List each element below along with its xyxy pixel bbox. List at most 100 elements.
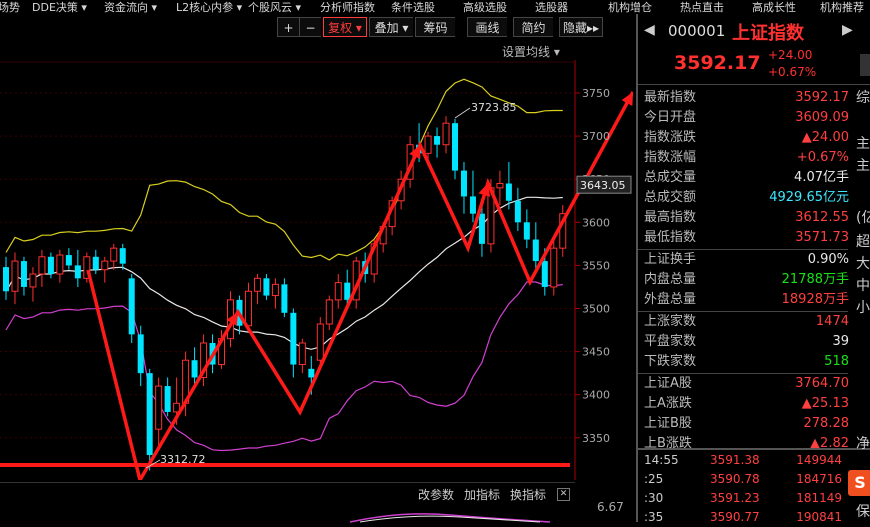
menu-item-10[interactable]: 热点直击 <box>680 0 724 15</box>
next-stock-icon[interactable]: ▶ <box>842 22 853 38</box>
hide-label: 隐藏 <box>562 21 587 35</box>
simple-mode-button[interactable]: 简约 <box>513 17 553 37</box>
quote-row-label: 上证B股 <box>644 416 692 431</box>
quote-row-value: 4929.65亿元 <box>769 190 849 205</box>
side-tab-label[interactable]: 中 <box>856 276 870 296</box>
overlay-button[interactable]: 叠加 ▾ <box>369 17 413 37</box>
side-tab-label[interactable]: 大 <box>856 254 870 274</box>
top-menu-bar: 场势 DDE决策 ▾ 资金流向 ▾ L2核心内参 ▾ 个股风云 ▾ 分析师指数 条件选股 高级… <box>0 0 870 14</box>
menu-item-5[interactable]: 分析师指数 <box>320 0 375 15</box>
y-tick-label: 3600 <box>582 216 610 229</box>
menu-item-12[interactable]: 机构推荐 <box>820 0 864 15</box>
tick-vol: 149944 <box>796 453 842 467</box>
side-tab-label[interactable]: (亿 <box>856 208 870 228</box>
quote-row: 上A涨跌 ▲25.13 <box>644 394 849 414</box>
quote-row-label: 最低指数 <box>644 230 697 245</box>
chips-button[interactable]: 筹码 <box>415 17 455 37</box>
candle-body <box>20 261 27 287</box>
candle-body <box>434 136 441 145</box>
side-tab-label[interactable]: 小 <box>856 298 870 318</box>
change-params-button[interactable]: 改参数 <box>418 486 454 503</box>
tick-price: 3590.77 <box>710 510 760 524</box>
side-tab-label[interactable]: 净 <box>856 434 870 454</box>
candle-body <box>263 278 270 296</box>
menu-item-11[interactable]: 高成长性 <box>752 0 796 15</box>
quote-row-value: 3612.55 <box>795 210 849 225</box>
quote-row: 最低指数 3571.73 <box>644 228 849 248</box>
candle-body <box>523 222 530 240</box>
zoom-out-button[interactable]: − <box>299 17 321 37</box>
menu-item-0[interactable]: 场势 <box>0 0 20 15</box>
quote-row: 下跌家数 518 <box>644 352 849 372</box>
tick-vol: 181149 <box>796 491 842 505</box>
candle-body <box>478 213 485 244</box>
quote-row-value: ▲25.13 <box>801 396 849 411</box>
candle-body <box>101 260 109 271</box>
side-tab-label[interactable]: 超 <box>856 232 870 252</box>
latest-price: 3592.17 <box>674 52 761 74</box>
candle-body <box>344 282 351 300</box>
candle-body <box>119 248 126 264</box>
price-axis: 3750370036503600355035003450340033503643… <box>575 87 632 445</box>
trend-arrows <box>0 91 633 480</box>
tick-time: :35 <box>644 510 664 524</box>
price-change: +24.00 <box>768 48 813 62</box>
stock-name: 上证指数 <box>732 23 804 44</box>
side-tab-label[interactable]: 保 <box>856 502 870 522</box>
tick-vol: 184716 <box>796 472 842 486</box>
swap-indicator-button[interactable]: 换指标 <box>510 486 546 503</box>
candle-body <box>550 247 558 288</box>
adjust-price-label: 复权 <box>328 21 353 35</box>
side-tab-label[interactable]: 主 <box>856 134 870 154</box>
candle-body <box>460 170 467 197</box>
quote-row-value: 278.28 <box>803 416 850 431</box>
indicator-bar: 改参数 加指标 换指标 ✕ 6.67 <box>0 482 624 523</box>
overlay-label: 叠加 <box>374 21 399 35</box>
menu-item-6[interactable]: 条件选股 <box>391 0 435 15</box>
candle-body <box>532 239 539 262</box>
candle-body <box>505 183 512 201</box>
candle-body <box>298 342 306 366</box>
add-indicator-button[interactable]: 加指标 <box>464 486 500 503</box>
y-tick-label: 3450 <box>582 346 610 359</box>
menu-item-3[interactable]: L2核心内参 ▾ <box>176 0 242 15</box>
menu-item-2[interactable]: 资金流向 ▾ <box>104 0 157 15</box>
candle-body <box>65 255 72 266</box>
divider <box>638 84 870 85</box>
candle-body <box>514 200 521 223</box>
quote-row-value: 39 <box>832 334 849 349</box>
draw-line-button[interactable]: 画线 <box>467 17 507 37</box>
menu-item-4[interactable]: 个股风云 ▾ <box>248 0 301 15</box>
quote-row-value: 3592.17 <box>795 90 849 105</box>
kline-chart[interactable]: 3750370036503600355035003450340033503643… <box>0 40 633 480</box>
adjust-price-button[interactable]: 复权 ▾ <box>323 17 367 37</box>
candle-body <box>308 368 315 378</box>
menu-item-1[interactable]: DDE决策 ▾ <box>32 0 87 15</box>
quote-row-label: 内盘总量 <box>644 272 697 287</box>
hide-button[interactable]: 隐藏▸▸ <box>559 17 603 37</box>
quote-row-value: 18928万手 <box>781 292 849 307</box>
side-tab-label[interactable]: 主 <box>856 156 870 176</box>
panel-toggle-button[interactable] <box>860 54 870 76</box>
sub-chart-value: 6.67 <box>597 500 624 514</box>
candlestick-series <box>3 116 567 471</box>
menu-item-8[interactable]: 选股器 <box>535 0 568 15</box>
y-tick-label: 3700 <box>582 130 610 143</box>
annotation-pointer <box>454 107 471 119</box>
quote-row-label: 下跌家数 <box>644 354 697 369</box>
close-icon[interactable]: ✕ <box>557 488 570 501</box>
quote-row: 今日开盘 3609.09 <box>644 108 849 128</box>
candle-body <box>3 267 9 292</box>
candle-body <box>164 386 171 412</box>
candle-body <box>496 183 504 189</box>
tick-time: 14:55 <box>644 453 679 467</box>
prev-stock-icon[interactable]: ◀ <box>644 22 655 38</box>
quote-row-value: 1474 <box>815 314 849 329</box>
side-tab-label[interactable]: 综 <box>856 88 870 108</box>
menu-item-9[interactable]: 机构增仓 <box>608 0 652 15</box>
price-annotations: 3723.85 3312.72 <box>145 101 517 469</box>
input-method-icon[interactable]: S <box>848 470 870 496</box>
menu-item-7[interactable]: 高级选股 <box>463 0 507 15</box>
candle-body <box>253 277 261 292</box>
zoom-in-button[interactable]: + <box>277 17 299 37</box>
